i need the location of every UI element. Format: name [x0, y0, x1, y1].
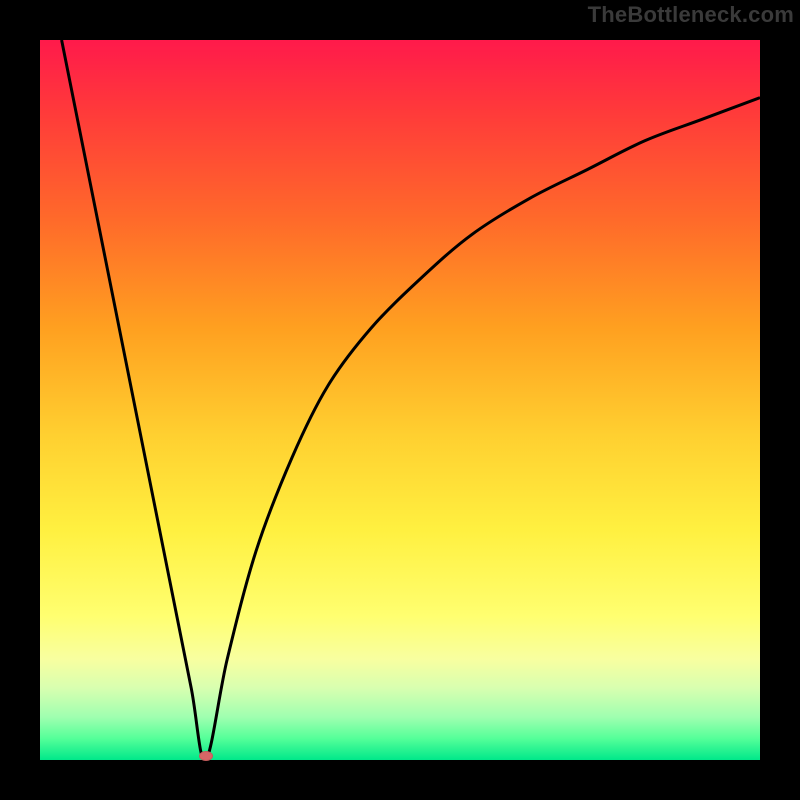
minimum-marker: [199, 751, 213, 761]
plot-area: [40, 40, 760, 760]
watermark-text: TheBottleneck.com: [588, 2, 794, 28]
curve-path: [62, 40, 760, 760]
bottleneck-curve: [40, 40, 760, 760]
chart-frame: TheBottleneck.com: [0, 0, 800, 800]
